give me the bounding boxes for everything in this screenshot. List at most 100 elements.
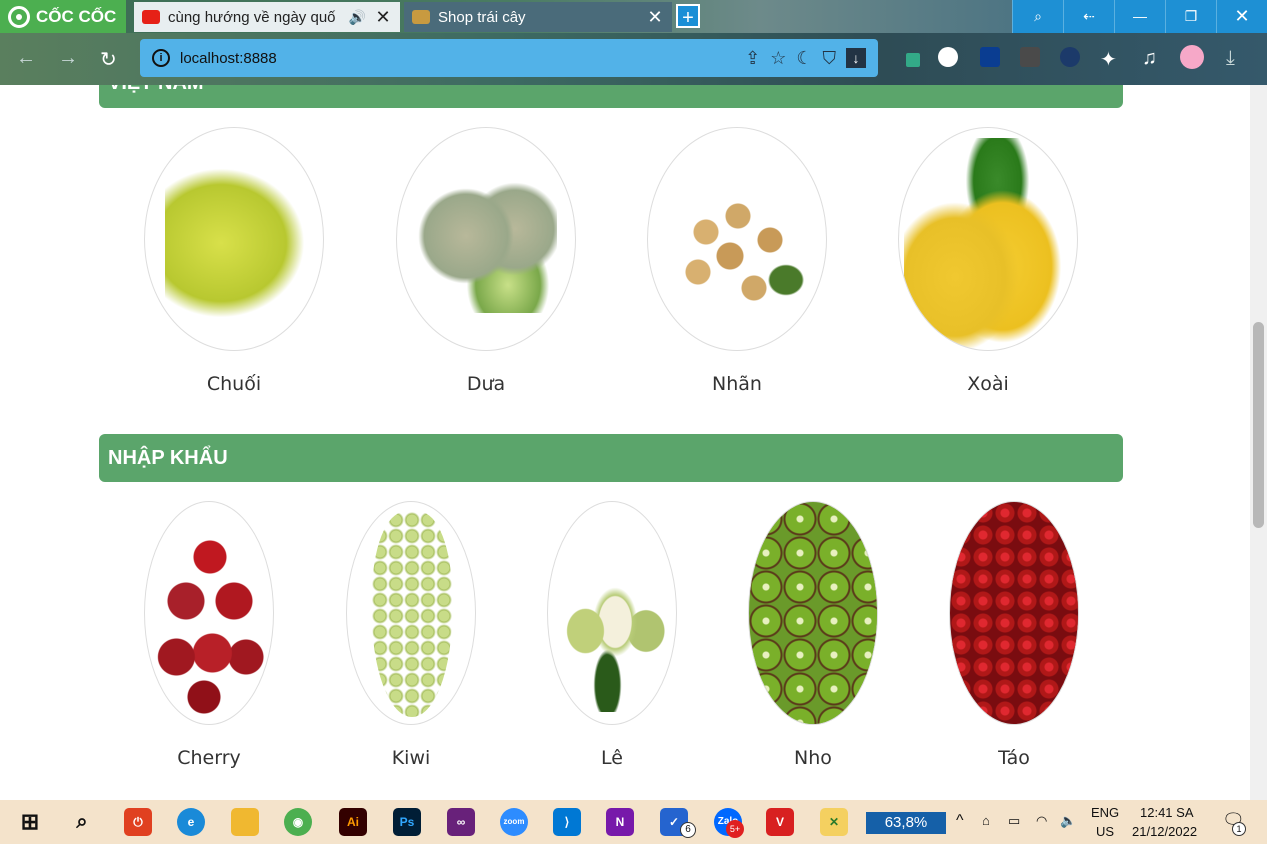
product-card[interactable]: Xoài bbox=[898, 127, 1078, 395]
speaker-icon[interactable]: 🔊 bbox=[349, 9, 366, 26]
downloads-icon[interactable]: ⤓ bbox=[1226, 47, 1235, 70]
windows-start-icon[interactable]: ⊞ bbox=[16, 808, 44, 836]
back-arrow-icon[interactable]: ⇠ bbox=[1063, 0, 1114, 33]
volume-icon[interactable]: 🔈 bbox=[1060, 813, 1076, 829]
file-explorer-icon[interactable] bbox=[231, 808, 259, 836]
coccoc-logo-icon bbox=[8, 5, 30, 28]
unikey-icon[interactable]: ✕ bbox=[820, 808, 848, 836]
zoom-icon[interactable]: zoom bbox=[500, 808, 528, 836]
vietkey-icon[interactable]: V bbox=[766, 808, 794, 836]
tab-title: cùng hướng về ngày quố bbox=[168, 8, 336, 26]
region-label[interactable]: US bbox=[1096, 824, 1114, 839]
product-card[interactable]: Cherry bbox=[144, 501, 274, 769]
product-card[interactable]: Chuối bbox=[144, 127, 324, 395]
close-window-button[interactable]: ✕ bbox=[1216, 0, 1267, 33]
scrollbar-thumb[interactable] bbox=[1253, 322, 1264, 528]
visual-studio-icon[interactable]: ∞ bbox=[447, 808, 475, 836]
product-name[interactable]: Lê bbox=[547, 747, 677, 769]
shield-icon[interactable]: ⛉ bbox=[823, 48, 837, 69]
close-tab-icon[interactable]: ✕ bbox=[374, 7, 392, 28]
profile-avatar[interactable] bbox=[1180, 45, 1204, 69]
vscode-icon[interactable]: ⟩ bbox=[553, 808, 581, 836]
kiwi-slices-image bbox=[749, 502, 877, 724]
banana-image bbox=[165, 168, 305, 318]
illustrator-icon[interactable]: Ai bbox=[339, 808, 367, 836]
product-name[interactable]: Dưa bbox=[396, 373, 576, 395]
product-card[interactable]: Kiwi bbox=[346, 501, 476, 769]
cherry-image bbox=[950, 502, 1078, 724]
fruit-shop-icon bbox=[412, 10, 430, 24]
product-card[interactable]: Nho bbox=[748, 501, 878, 769]
product-image[interactable] bbox=[396, 127, 576, 351]
product-name[interactable]: Xoài bbox=[898, 373, 1078, 395]
url-text[interactable]: localhost:8888 bbox=[180, 50, 735, 67]
coccoc-brand[interactable]: CỐC CỐC bbox=[0, 0, 126, 33]
product-image[interactable] bbox=[898, 127, 1078, 351]
search-icon[interactable]: ⌕ bbox=[68, 808, 96, 836]
window-controls: ⌕ ⇠ — ❐ ✕ bbox=[1012, 0, 1267, 33]
apple-image bbox=[150, 517, 270, 717]
clock-extension-icon[interactable] bbox=[1060, 47, 1080, 67]
brand-label: CỐC CỐC bbox=[36, 6, 117, 26]
puzzle-icon[interactable]: ✦ bbox=[1100, 47, 1117, 72]
product-card[interactable]: Táo bbox=[949, 501, 1079, 769]
edge-icon[interactable]: e bbox=[177, 808, 205, 836]
product-name[interactable]: Nho bbox=[748, 747, 878, 769]
product-name[interactable]: Nhãn bbox=[647, 373, 827, 395]
extension-icon[interactable] bbox=[906, 53, 920, 67]
product-image[interactable] bbox=[547, 501, 677, 725]
star-icon[interactable]: ☆ bbox=[770, 48, 786, 69]
address-bar[interactable]: i localhost:8888 ⇪ ☆ ☾ ⛉ ↓ bbox=[140, 39, 878, 77]
info-icon[interactable]: i bbox=[152, 49, 170, 67]
tab-youtube[interactable]: cùng hướng về ngày quố 🔊 ✕ bbox=[134, 2, 400, 32]
screen-search-icon[interactable]: ⌕ bbox=[1012, 0, 1063, 33]
wifi-icon[interactable]: ◠ bbox=[1036, 813, 1047, 829]
moon-icon[interactable]: ☾ bbox=[796, 48, 812, 69]
clock-date[interactable]: 21/12/2022 bbox=[1132, 824, 1197, 839]
product-name[interactable]: Kiwi bbox=[346, 747, 476, 769]
forward-icon[interactable]: → bbox=[58, 47, 78, 70]
section-title: NHẬP KHẨU bbox=[99, 434, 1123, 482]
meeting-icon[interactable]: ⌂ bbox=[982, 813, 990, 828]
minimize-button[interactable]: — bbox=[1114, 0, 1165, 33]
extension-icon[interactable] bbox=[938, 47, 958, 67]
extension-icon[interactable] bbox=[980, 47, 1000, 67]
battery-icon[interactable]: ▭ bbox=[1008, 813, 1020, 829]
extension-icon[interactable] bbox=[1020, 47, 1040, 67]
tab-title: Shop trái cây bbox=[438, 8, 526, 26]
restore-button[interactable]: ❐ bbox=[1165, 0, 1216, 33]
product-image[interactable] bbox=[144, 127, 324, 351]
product-image[interactable] bbox=[748, 501, 878, 725]
download-icon[interactable]: ↓ bbox=[846, 48, 866, 68]
back-icon[interactable]: ← bbox=[16, 47, 36, 70]
close-tab-icon[interactable]: ✕ bbox=[646, 7, 664, 28]
product-image[interactable] bbox=[647, 127, 827, 351]
share-icon[interactable]: ⇪ bbox=[745, 48, 760, 69]
product-name[interactable]: Chuối bbox=[144, 373, 324, 395]
page-scrollbar[interactable] bbox=[1250, 85, 1267, 800]
product-image[interactable] bbox=[949, 501, 1079, 725]
page-content: VIỆT NAM Chuối Dưa Nhãn Xoài NHẬP KHẨU C… bbox=[0, 85, 1250, 800]
tasks-badge: 6 bbox=[680, 822, 696, 838]
product-card[interactable]: Nhãn bbox=[647, 127, 827, 395]
photoshop-icon[interactable]: Ps bbox=[393, 808, 421, 836]
new-tab-button[interactable]: + bbox=[676, 4, 700, 29]
product-name[interactable]: Táo bbox=[949, 747, 1079, 769]
coccoc-taskbar-icon[interactable]: ◉ bbox=[284, 808, 312, 836]
product-card[interactable]: Dưa bbox=[396, 127, 576, 395]
reload-icon[interactable]: ↻ bbox=[100, 47, 117, 72]
power-app-icon[interactable]: ⏻ bbox=[124, 808, 152, 836]
product-image[interactable] bbox=[346, 501, 476, 725]
product-card[interactable]: Lê bbox=[547, 501, 677, 769]
tab-shop[interactable]: Shop trái cây ✕ bbox=[404, 2, 672, 32]
onenote-icon[interactable]: N bbox=[606, 808, 634, 836]
clock-time[interactable]: 12:41 SA bbox=[1140, 805, 1194, 820]
product-name[interactable]: Cherry bbox=[144, 747, 274, 769]
language-label[interactable]: ENG bbox=[1091, 805, 1119, 820]
windows-taskbar: ⊞ ⌕ ⏻ e ◉ Ai Ps ∞ zoom ⟩ N ✓ 6 Zalo 5+ V… bbox=[0, 800, 1267, 844]
product-image[interactable] bbox=[144, 501, 274, 725]
playlist-icon[interactable]: ♫ bbox=[1142, 47, 1157, 70]
section-title: VIỆT NAM bbox=[99, 85, 1123, 108]
battery-meter[interactable]: 63,8% bbox=[866, 812, 946, 834]
show-hidden-icons-icon[interactable]: ^ bbox=[956, 812, 964, 830]
